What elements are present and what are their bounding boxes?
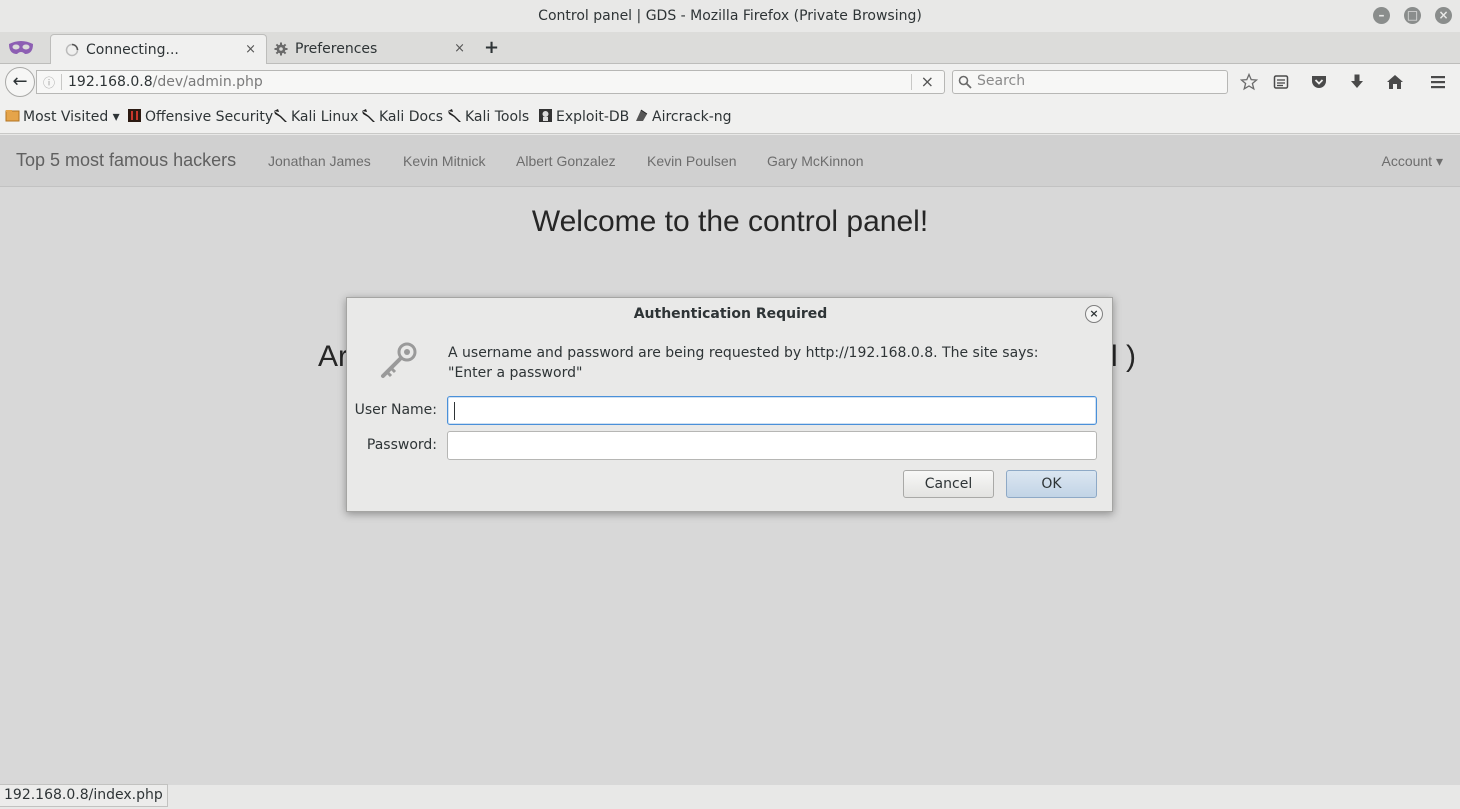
url-divider — [911, 74, 912, 90]
tab-connecting[interactable]: Connecting... × — [50, 34, 267, 64]
tab-preferences[interactable]: Preferences × — [268, 34, 475, 64]
minimize-icon[interactable]: – — [1373, 7, 1390, 24]
bookmark-label: Kali Tools — [465, 109, 530, 125]
nav-link-kevin-poulsen[interactable]: Kevin Poulsen — [647, 153, 737, 169]
bookmark-star-icon[interactable] — [1240, 73, 1258, 91]
kali-dragon-icon — [448, 109, 461, 122]
key-icon — [381, 342, 417, 378]
bookmark-label: Kali Linux — [291, 109, 359, 125]
stop-loading-icon[interactable]: × — [921, 72, 934, 91]
bookmark-offensive-security[interactable]: Offensive Security — [127, 108, 273, 126]
exploitdb-icon — [539, 109, 552, 122]
authentication-dialog: Authentication Required × A username and… — [346, 297, 1113, 512]
private-browsing-mask-icon — [9, 41, 33, 54]
search-bar[interactable] — [952, 70, 1228, 94]
folder-icon — [5, 110, 20, 122]
home-icon[interactable] — [1386, 73, 1404, 91]
aircrack-icon — [636, 109, 648, 121]
obscured-text-left: Ar — [318, 340, 348, 373]
loading-spinner-icon — [65, 43, 79, 57]
new-tab-button[interactable]: + — [484, 38, 499, 58]
cancel-button[interactable]: Cancel — [903, 470, 994, 498]
text-cursor — [454, 402, 455, 420]
dialog-message: A username and password are being reques… — [448, 345, 1039, 381]
tab-label: Connecting... — [86, 42, 179, 58]
site-brand[interactable]: Top 5 most famous hackers — [16, 150, 236, 171]
navigation-bar: ← ⓘ 192.168.0.8/dev/admin.php × — [0, 64, 1460, 100]
bookmark-label: Most Visited ▾ — [23, 109, 120, 125]
pocket-icon[interactable] — [1310, 73, 1328, 91]
back-button[interactable]: ← — [5, 67, 35, 97]
url-divider — [61, 74, 62, 90]
search-input[interactable] — [977, 73, 1217, 89]
reading-list-icon[interactable] — [1272, 73, 1290, 91]
url-host: 192.168.0.8 — [68, 74, 153, 90]
back-arrow-icon: ← — [12, 71, 28, 92]
dialog-title: Authentication Required — [633, 306, 828, 322]
bookmark-label: Exploit-DB — [556, 109, 630, 125]
page-heading: Welcome to the control panel! — [531, 205, 929, 238]
site-info-icon[interactable]: ⓘ — [43, 74, 55, 91]
password-field[interactable] — [447, 431, 1097, 460]
gear-icon — [274, 42, 288, 56]
maximize-icon[interactable]: □ — [1404, 7, 1421, 24]
tab-close-icon[interactable]: × — [454, 34, 465, 64]
nav-link-jonathan-james[interactable]: Jonathan James — [268, 153, 371, 169]
status-bar: 192.168.0.8/index.php — [0, 784, 168, 807]
nav-link-gary-mckinnon[interactable]: Gary McKinnon — [767, 153, 863, 169]
ok-button[interactable]: OK — [1006, 470, 1097, 498]
username-label: User Name: — [354, 402, 437, 418]
tab-label: Preferences — [295, 41, 378, 57]
bookmark-most-visited[interactable]: Most Visited ▾ — [5, 108, 120, 126]
tab-close-icon[interactable]: × — [245, 35, 256, 65]
username-field[interactable] — [447, 396, 1097, 425]
menu-icon[interactable] — [1429, 73, 1447, 91]
bookmark-kali-docs[interactable]: Kali Docs — [361, 108, 443, 126]
bookmark-label: Offensive Security — [145, 109, 274, 125]
nav-link-kevin-mitnick[interactable]: Kevin Mitnick — [403, 153, 485, 169]
offsec-icon — [128, 109, 141, 122]
downloads-icon[interactable] — [1348, 73, 1366, 91]
bookmark-aircrack-ng[interactable]: Aircrack-ng — [634, 108, 732, 126]
bookmark-kali-linux[interactable]: Kali Linux — [273, 108, 358, 126]
bookmark-exploit-db[interactable]: Exploit-DB — [538, 108, 629, 126]
site-navbar: Top 5 most famous hackers Jonathan James… — [0, 135, 1460, 187]
kali-dragon-icon — [274, 109, 287, 122]
tab-strip: Connecting... × Preferences × + — [0, 32, 1460, 64]
bookmark-kali-tools[interactable]: Kali Tools — [447, 108, 529, 126]
url-bar[interactable]: ⓘ 192.168.0.8/dev/admin.php × — [36, 70, 945, 94]
password-label: Password: — [366, 437, 437, 453]
bookmarks-toolbar: Most Visited ▾ Offensive Security Kali L… — [0, 100, 1460, 134]
bookmark-label: Kali Docs — [379, 109, 444, 125]
bookmark-label: Aircrack-ng — [652, 109, 732, 125]
window-titlebar: Control panel | GDS - Mozilla Firefox (P… — [0, 0, 1460, 32]
nav-link-albert-gonzalez[interactable]: Albert Gonzalez — [516, 153, 616, 169]
search-icon — [958, 75, 972, 89]
close-icon[interactable]: × — [1435, 7, 1452, 24]
url-path: /dev/admin.php — [152, 74, 263, 90]
dialog-close-icon[interactable]: × — [1085, 305, 1103, 323]
account-dropdown[interactable]: Account ▾ — [1381, 153, 1443, 170]
obscured-text-right: l ) — [1111, 340, 1136, 373]
window-title: Control panel | GDS - Mozilla Firefox (P… — [538, 8, 922, 24]
kali-dragon-icon — [362, 109, 375, 122]
url-text[interactable]: 192.168.0.8/dev/admin.php — [68, 73, 263, 91]
